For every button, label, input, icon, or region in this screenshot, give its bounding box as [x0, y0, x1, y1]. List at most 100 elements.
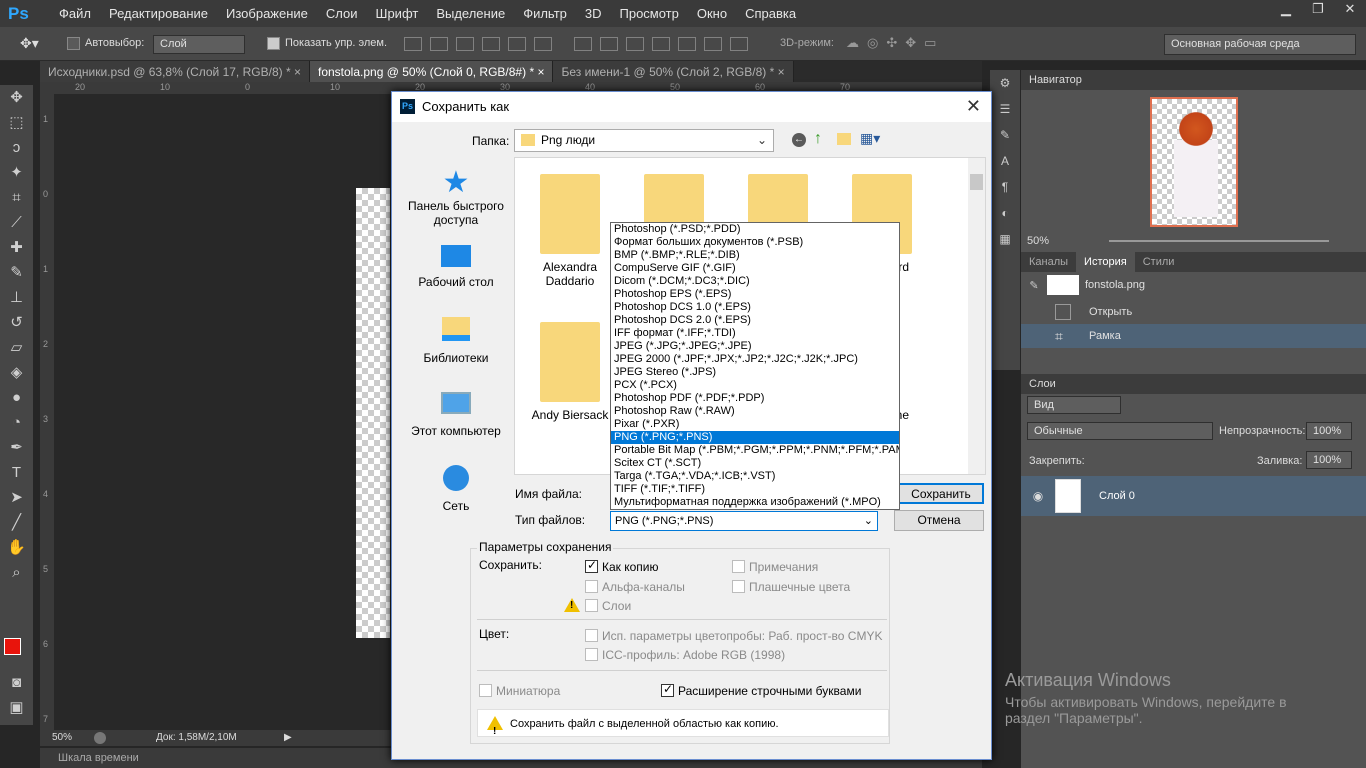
lasso-tool-icon[interactable]: ↄ [0, 135, 33, 160]
restore-icon[interactable]: ❐ [1302, 0, 1334, 18]
history-snapshot[interactable]: ✎ fonstola.png [1021, 272, 1366, 298]
menu-type[interactable]: Шрифт [367, 0, 428, 27]
filetype-option[interactable]: JPEG 2000 (*.JPF;*.JPX;*.JP2;*.J2C;*.J2K… [611, 353, 899, 366]
tab-untitled-1[interactable]: Без имени-1 @ 50% (Слой 2, RGB/8) * × [553, 61, 794, 83]
share-icon[interactable] [94, 732, 106, 744]
autoselect-dropdown[interactable]: Слой [153, 35, 245, 54]
filetype-option[interactable]: Pixar (*.PXR) [611, 418, 899, 431]
screen-mode-icon[interactable]: ▣ [0, 695, 33, 720]
filetype-option[interactable]: TIFF (*.TIF;*.TIFF) [611, 483, 899, 496]
navigator-title[interactable]: Навигатор [1021, 70, 1366, 90]
eyedropper-icon[interactable]: ⟋ [0, 210, 33, 235]
history-icon[interactable]: ⚙ [990, 70, 1020, 96]
filetype-option[interactable]: PNG (*.PNG;*.PNS) [611, 431, 899, 444]
tab-close-icon[interactable]: × [537, 65, 544, 79]
tab-ishodniki[interactable]: Исходники.psd @ 63,8% (Слой 17, RGB/8) *… [40, 61, 310, 83]
file-type-dropdown-list[interactable]: Photoshop (*.PSD;*.PDD) Формат больших до… [610, 222, 900, 510]
navigator-zoom[interactable]: 50% [1027, 235, 1049, 247]
distribute-left-icon[interactable] [652, 37, 670, 51]
tab-styles[interactable]: Стили [1135, 252, 1183, 272]
align-center-icon[interactable] [508, 37, 526, 51]
hand-tool-icon[interactable]: ✋ [0, 535, 33, 560]
opacity-input[interactable]: 100% [1306, 422, 1352, 440]
folder-item[interactable]: Andy Biersack [525, 322, 615, 422]
menu-edit[interactable]: Редактирование [100, 0, 217, 27]
filetype-option[interactable]: Targa (*.TGA;*.VDA;*.ICB;*.VST) [611, 470, 899, 483]
align-top-icon[interactable] [404, 37, 422, 51]
healing-brush-icon[interactable]: ✚ [0, 235, 33, 260]
filetype-select[interactable]: PNG (*.PNG;*.PNS) ⌄ [610, 511, 878, 531]
fill-input[interactable]: 100% [1306, 451, 1352, 469]
place-quick-access[interactable]: ★ Панель быстрого доступа [399, 167, 513, 228]
history-item-open[interactable]: Открыть [1021, 300, 1366, 324]
tab-history[interactable]: История [1076, 252, 1135, 272]
layers-checkbox[interactable] [585, 599, 598, 612]
menu-image[interactable]: Изображение [217, 0, 317, 27]
back-icon[interactable]: ← [792, 133, 806, 147]
history-item-crop[interactable]: ⌗ Рамка [1021, 324, 1366, 348]
filetype-option[interactable]: PCX (*.PCX) [611, 379, 899, 392]
tab-close-icon[interactable]: × [294, 65, 301, 79]
distribute-center-icon[interactable] [678, 37, 696, 51]
document-canvas[interactable] [356, 188, 390, 638]
menu-window[interactable]: Окно [688, 0, 736, 27]
workspace-dropdown[interactable]: Основная рабочая среда [1164, 34, 1356, 55]
close-icon[interactable]: ✕ [966, 96, 981, 117]
navigator-preview[interactable] [1150, 97, 1238, 227]
place-this-pc[interactable]: Этот компьютер [399, 392, 513, 438]
file-list-scrollbar[interactable] [968, 158, 985, 474]
properties-icon[interactable]: ☰ [990, 96, 1020, 122]
autoselect-checkbox[interactable] [67, 37, 80, 50]
cancel-button[interactable]: Отмена [894, 510, 984, 531]
adjustments-icon[interactable]: ◐ [990, 200, 1020, 226]
magic-wand-icon[interactable]: ✦ [0, 160, 33, 185]
thumbnail-checkbox[interactable] [479, 684, 492, 697]
filetype-option[interactable]: JPEG (*.JPG;*.JPEG;*.JPE) [611, 340, 899, 353]
navigator-zoom-slider[interactable] [1109, 240, 1329, 242]
new-folder-icon[interactable] [837, 133, 851, 145]
filetype-option[interactable]: Photoshop DCS 2.0 (*.EPS) [611, 314, 899, 327]
filetype-option[interactable]: BMP (*.BMP;*.RLE;*.DIB) [611, 249, 899, 262]
line-tool-icon[interactable]: ╱ [0, 510, 33, 535]
character-icon[interactable]: A [990, 148, 1020, 174]
icc-profile-checkbox[interactable] [585, 648, 598, 661]
menu-3d[interactable]: 3D [576, 0, 611, 27]
filetype-option[interactable]: Photoshop EPS (*.EPS) [611, 288, 899, 301]
history-brush-icon[interactable]: ↺ [0, 310, 33, 335]
distribute-top-icon[interactable] [574, 37, 592, 51]
path-selection-icon[interactable]: ➤ [0, 485, 33, 510]
layer-name[interactable]: Слой 0 [1099, 490, 1135, 502]
folder-dropdown[interactable]: Png люди ⌄ [514, 129, 774, 152]
view-menu-icon[interactable]: ▦▾ [860, 130, 880, 147]
align-left-icon[interactable] [482, 37, 500, 51]
filetype-option[interactable]: CompuServe GIF (*.GIF) [611, 262, 899, 275]
type-tool-icon[interactable]: T [0, 460, 33, 485]
auto-align-icon[interactable] [730, 37, 748, 51]
filetype-option[interactable]: Scitex CT (*.SCT) [611, 457, 899, 470]
foreground-color-swatch[interactable] [4, 638, 21, 655]
close-icon[interactable]: ✕ [1334, 0, 1366, 18]
layer-row[interactable]: ◉ Слой 0 [1021, 476, 1366, 516]
alpha-checkbox[interactable] [585, 580, 598, 593]
menu-help[interactable]: Справка [736, 0, 805, 27]
as-copy-checkbox[interactable] [585, 558, 598, 573]
filetype-option[interactable]: Photoshop (*.PSD;*.PDD) [611, 223, 899, 236]
place-desktop[interactable]: Рабочий стол [399, 245, 513, 289]
spot-colors-checkbox[interactable] [732, 580, 745, 593]
zoom-level[interactable]: 50% [52, 730, 72, 746]
filetype-option[interactable]: Photoshop Raw (*.RAW) [611, 405, 899, 418]
filetype-option[interactable]: JPEG Stereo (*.JPS) [611, 366, 899, 379]
blur-tool-icon[interactable]: ● [0, 385, 33, 410]
filetype-option[interactable]: Photoshop DCS 1.0 (*.EPS) [611, 301, 899, 314]
clone-stamp-icon[interactable]: ⊥ [0, 285, 33, 310]
tab-fonstola[interactable]: fonstola.png @ 50% (Слой 0, RGB/8#) * × [309, 61, 554, 83]
layers-title[interactable]: Слои [1021, 374, 1366, 394]
eye-icon[interactable]: ◉ [1021, 489, 1055, 503]
notes-checkbox[interactable] [732, 560, 745, 573]
show-controls-checkbox[interactable] [267, 37, 280, 50]
distribute-right-icon[interactable] [704, 37, 722, 51]
save-button[interactable]: Сохранить [898, 483, 984, 504]
eraser-tool-icon[interactable]: ▱ [0, 335, 33, 360]
filetype-option[interactable]: Portable Bit Map (*.PBM;*.PGM;*.PPM;*.PN… [611, 444, 899, 457]
paint-bucket-icon[interactable]: ◈ [0, 360, 33, 385]
